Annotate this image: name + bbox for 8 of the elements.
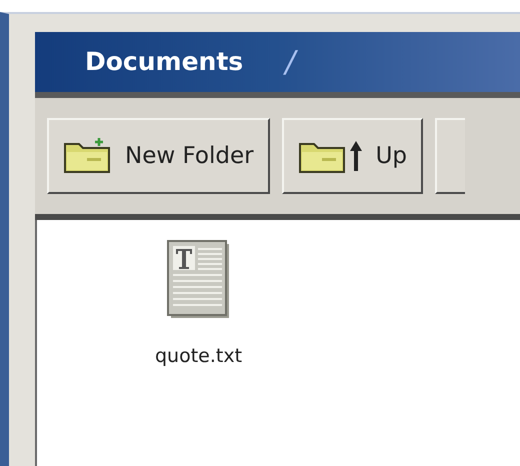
- up-button[interactable]: Up: [282, 118, 423, 194]
- text-file-icon: [166, 240, 231, 320]
- new-folder-button[interactable]: New Folder: [47, 118, 270, 194]
- file-name[interactable]: quote.txt: [155, 342, 242, 370]
- toolbar-button[interactable]: [435, 118, 465, 194]
- path-separator: /: [285, 40, 296, 84]
- folder-name[interactable]: Documents: [85, 43, 244, 81]
- new-folder-icon: [63, 138, 113, 174]
